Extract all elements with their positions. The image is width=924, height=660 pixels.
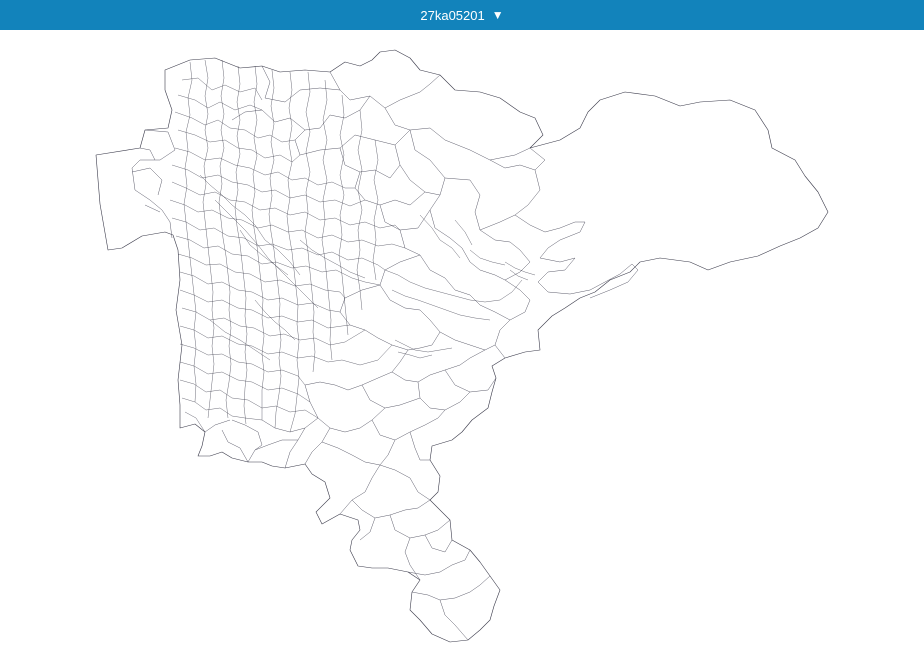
area-code-selector[interactable]: 27ka05201 ▼ <box>0 0 924 30</box>
boundary-map[interactable] <box>0 30 924 660</box>
region-outline <box>95 49 829 643</box>
map-canvas[interactable] <box>0 30 924 660</box>
area-code-label: 27ka05201 <box>420 7 485 23</box>
dropdown-caret-icon: ▼ <box>491 8 504 22</box>
